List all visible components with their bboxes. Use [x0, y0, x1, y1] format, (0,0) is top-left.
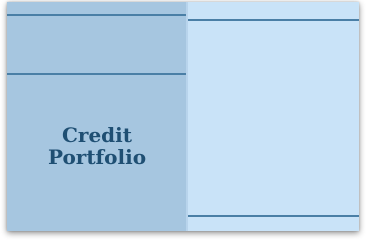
panel-title: Credit Portfolio — [7, 124, 187, 168]
panel-title-line2: Portfolio — [47, 145, 147, 169]
left-panel: Credit Portfolio — [7, 2, 187, 231]
left-middle-rule — [7, 73, 187, 75]
right-panel — [187, 2, 359, 231]
left-top-rule — [7, 14, 187, 16]
right-top-rule — [187, 19, 359, 21]
panel-divider — [186, 2, 188, 231]
panel-title-line1: Credit — [62, 123, 132, 147]
credit-portfolio-card: Credit Portfolio — [7, 2, 359, 231]
right-bottom-rule — [187, 215, 359, 217]
